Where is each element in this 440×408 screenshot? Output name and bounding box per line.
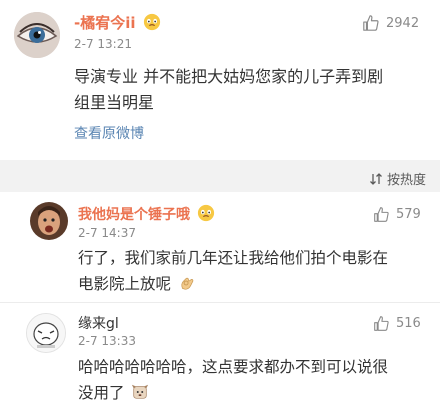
post-like-button[interactable]: 2942 [362, 14, 419, 32]
crying-emoji-icon [197, 204, 214, 222]
sort-label: 按热度 [386, 173, 426, 188]
comment-like-button[interactable]: 516 [373, 315, 421, 332]
main-post: -橘宥今ii 2-7 13:21 2942 导演专业 并不能把大姑妈您家的儿子弄… [0, 0, 440, 160]
comment-text-line-1: 哈哈哈哈哈哈哈，这点要求都办不到可以说很 [78, 358, 389, 376]
author-avatar[interactable] [14, 12, 60, 58]
sort-icon [370, 172, 382, 185]
comment-like-count: 516 [396, 316, 421, 331]
comment-item: 我他妈是个锤子哦 2-7 14:37 579 行了，我们家前几年还让我给他们拍个… [0, 192, 440, 302]
post-like-count: 2942 [386, 15, 420, 31]
commenter-avatar[interactable] [26, 313, 66, 353]
thumbs-up-icon [374, 316, 389, 331]
post-text-line-1: 导演专业 并不能把大姑妈您家的儿子弄到剧 [74, 67, 384, 86]
dog-emoji-icon [132, 384, 149, 399]
comment-text-line-2: 电影院上放呢 [78, 271, 196, 297]
commenter-avatar[interactable] [30, 202, 68, 240]
comment-like-count: 579 [396, 207, 421, 222]
post-time: 2-7 13:21 [74, 37, 132, 51]
comment-time: 2-7 13:33 [78, 334, 136, 348]
sort-by-hotness-button[interactable]: 按热度 [369, 169, 426, 188]
crying-emoji-icon [143, 13, 160, 31]
comment-time: 2-7 14:37 [78, 226, 136, 240]
thumbs-up-icon [374, 207, 389, 222]
author-name[interactable]: -橘宥今ii [74, 12, 161, 33]
sort-bar: 按热度 [0, 160, 440, 192]
thumbs-up-icon [363, 15, 379, 31]
comment-text-line-1: 行了，我们家前几年还让我给他们拍个电影在 [78, 249, 389, 267]
ok-hand-emoji-icon [181, 277, 194, 290]
comment-text-line-2: 没用了 [78, 380, 149, 406]
commenter-name[interactable]: 我他妈是个锤子哦 [78, 204, 215, 224]
post-text-line-2: 组里当明星 [74, 93, 155, 112]
commenter-name[interactable]: 缘来gl [78, 313, 119, 333]
comment-item: 缘来gl 2-7 13:33 516 哈哈哈哈哈哈哈，这点要求都办不到可以说很 … [0, 303, 440, 408]
comment-like-button[interactable]: 579 [373, 206, 421, 223]
view-original-link[interactable]: 查看原微博 [74, 123, 144, 143]
